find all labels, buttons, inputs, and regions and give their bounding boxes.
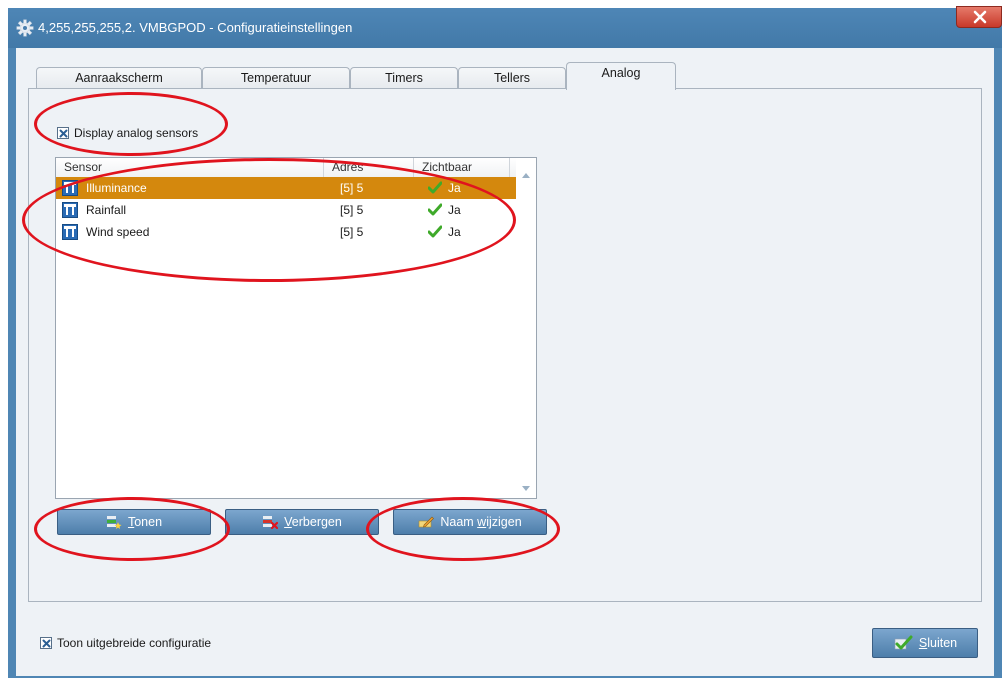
sensor-icon bbox=[62, 202, 78, 218]
rename-button-label-prefix: Naam bbox=[440, 515, 478, 529]
column-header-adres[interactable]: Adres bbox=[324, 158, 414, 177]
title-bar[interactable]: 4,255,255,255,2. VMBGPOD - Configuratiei… bbox=[8, 6, 1002, 48]
close-icon bbox=[973, 10, 987, 24]
gear-icon bbox=[16, 19, 34, 37]
column-header-sensor[interactable]: Sensor bbox=[56, 158, 324, 177]
sensor-visible: Ja bbox=[448, 203, 461, 217]
check-icon bbox=[427, 221, 443, 243]
tab-timers[interactable]: Timers bbox=[350, 67, 458, 89]
analog-tab-panel: Display analog sensors Sensor Adres Zich… bbox=[28, 88, 982, 602]
sensor-address: [5] 5 bbox=[340, 203, 364, 217]
close-dialog-label: luiten bbox=[927, 636, 958, 650]
sensor-row-illuminance[interactable]: Illuminance [5] 5 Ja bbox=[56, 177, 516, 199]
config-window: 4,255,255,255,2. VMBGPOD - Configuratiei… bbox=[8, 6, 1002, 678]
tab-strip: Aanraakscherm Temperatuur Timers Tellers… bbox=[28, 62, 728, 90]
sensor-visible: Ja bbox=[448, 181, 461, 195]
sensor-list-rows: Illuminance [5] 5 Ja Rainfall [5] 5 Ja W… bbox=[56, 177, 516, 243]
show-button[interactable]: Tonen bbox=[57, 509, 211, 535]
extended-config-checkbox[interactable] bbox=[40, 637, 52, 649]
sensor-list-header: Sensor Adres Zichtbaar bbox=[56, 158, 516, 178]
sensor-row-rainfall[interactable]: Rainfall [5] 5 Ja bbox=[56, 199, 516, 221]
scroll-up-icon[interactable] bbox=[522, 173, 530, 178]
sensor-row-wind-speed[interactable]: Wind speed [5] 5 Ja bbox=[56, 221, 516, 243]
rename-icon bbox=[419, 516, 435, 528]
tab-temperatuur[interactable]: Temperatuur bbox=[202, 67, 350, 89]
check-icon bbox=[427, 199, 443, 221]
tab-tellers[interactable]: Tellers bbox=[458, 67, 566, 89]
rename-button-label: ijzigen bbox=[486, 515, 522, 529]
display-analog-sensors-option[interactable]: Display analog sensors bbox=[57, 126, 198, 140]
sensor-name: Illuminance bbox=[86, 181, 147, 195]
check-icon bbox=[427, 177, 443, 199]
hide-button-mnemonic: V bbox=[284, 515, 292, 529]
hide-button-label: erbergen bbox=[291, 515, 342, 529]
sensor-address: [5] 5 bbox=[340, 225, 364, 239]
hide-icon bbox=[263, 516, 279, 529]
sensor-list-scrollbar[interactable] bbox=[516, 158, 536, 498]
sensor-visible: Ja bbox=[448, 225, 461, 239]
rename-button-mnemonic: w bbox=[477, 515, 487, 529]
checkmark-icon bbox=[894, 635, 913, 650]
sensor-name: Wind speed bbox=[86, 225, 150, 239]
window-title: 4,255,255,255,2. VMBGPOD - Configuratiei… bbox=[38, 20, 353, 35]
sensor-address: [5] 5 bbox=[340, 181, 364, 195]
extended-config-label: Toon uitgebreide configuratie bbox=[57, 636, 212, 650]
checkbox-x-icon bbox=[42, 639, 50, 647]
sensor-icon bbox=[62, 224, 78, 240]
show-button-label: onen bbox=[134, 515, 163, 529]
hide-button[interactable]: Verbergen bbox=[225, 509, 379, 535]
dialog-client-area: Aanraakscherm Temperatuur Timers Tellers… bbox=[16, 48, 994, 676]
close-dialog-mnemonic: S bbox=[918, 636, 928, 650]
scroll-down-icon[interactable] bbox=[522, 486, 530, 491]
column-header-zichtbaar[interactable]: Zichtbaar bbox=[414, 158, 510, 177]
checkbox-x-icon bbox=[59, 129, 67, 137]
tab-analog[interactable]: Analog bbox=[566, 62, 676, 90]
sensor-name: Rainfall bbox=[86, 203, 127, 217]
extended-config-option[interactable]: Toon uitgebreide configuratie bbox=[40, 636, 211, 650]
tab-aanraakscherm[interactable]: Aanraakscherm bbox=[36, 67, 202, 89]
display-analog-sensors-checkbox[interactable] bbox=[57, 127, 69, 139]
show-icon bbox=[106, 516, 122, 529]
sensor-list[interactable]: Sensor Adres Zichtbaar Illuminance [5] 5 bbox=[55, 157, 537, 499]
display-analog-sensors-label: Display analog sensors bbox=[74, 126, 199, 140]
close-button[interactable] bbox=[956, 6, 1002, 28]
rename-button[interactable]: Naam wijzigen bbox=[393, 509, 547, 535]
sensor-icon bbox=[62, 180, 78, 196]
close-dialog-button[interactable]: Sluiten bbox=[872, 628, 978, 658]
